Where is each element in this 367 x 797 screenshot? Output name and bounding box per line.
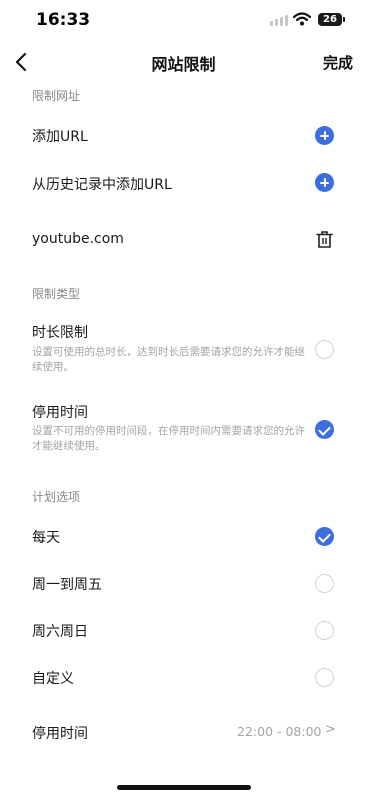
plus-circle-icon[interactable] [315, 173, 334, 192]
url-entry-label: youtube.com [32, 231, 124, 247]
section-header-restriction-type: 限制类型 [32, 287, 81, 301]
empty-circle-icon[interactable] [315, 668, 334, 687]
option-title: 停用时间 [32, 405, 88, 421]
add-url-label: 添加URL [32, 129, 88, 145]
option-description: 设置不可用的停用时间段，在停用时间内需要请求您的允许才能继续使用。 [32, 425, 305, 452]
empty-circle-icon[interactable] [315, 574, 334, 593]
downtime-label: 停用时间 [32, 726, 88, 742]
downtime-value: 22:00 - 08:00 [237, 724, 322, 739]
battery-icon: 26 [318, 13, 342, 26]
done-button[interactable]: 完成 [323, 52, 353, 73]
schedule-option-label: 周一到周五 [32, 577, 102, 593]
page-title: 网站限制 [151, 55, 216, 74]
cellular-signal-icon [270, 15, 288, 26]
option-title: 时长限制 [32, 325, 88, 341]
schedule-option-label: 自定义 [32, 671, 74, 687]
nav-bar: 网站限制 完成 [0, 44, 367, 80]
option-description: 设置可使用的总时长，达到时长后需要请求您的允许才能继续使用。 [32, 346, 305, 373]
check-circle-icon[interactable] [315, 420, 334, 439]
chevron-left-icon [15, 52, 27, 72]
schedule-option-label: 周六周日 [32, 624, 88, 640]
add-from-history-label: 从历史记录中添加URL [32, 177, 172, 193]
empty-circle-icon[interactable] [315, 340, 334, 359]
check-circle-icon[interactable] [315, 527, 334, 546]
schedule-option-label: 每天 [32, 530, 60, 546]
back-button[interactable] [8, 48, 36, 76]
section-header-restricted-urls: 限制网址 [32, 89, 81, 103]
status-time: 16:33 [36, 10, 91, 30]
chevron-right-icon: > [325, 722, 336, 737]
home-indicator [117, 785, 251, 790]
empty-circle-icon[interactable] [315, 621, 334, 640]
battery-tip [343, 17, 345, 22]
status-bar: 16:33 26 [0, 0, 367, 40]
wifi-icon [293, 12, 311, 26]
section-header-schedule: 计划选项 [32, 490, 81, 504]
plus-circle-icon[interactable] [315, 126, 334, 145]
trash-icon[interactable] [316, 230, 333, 249]
